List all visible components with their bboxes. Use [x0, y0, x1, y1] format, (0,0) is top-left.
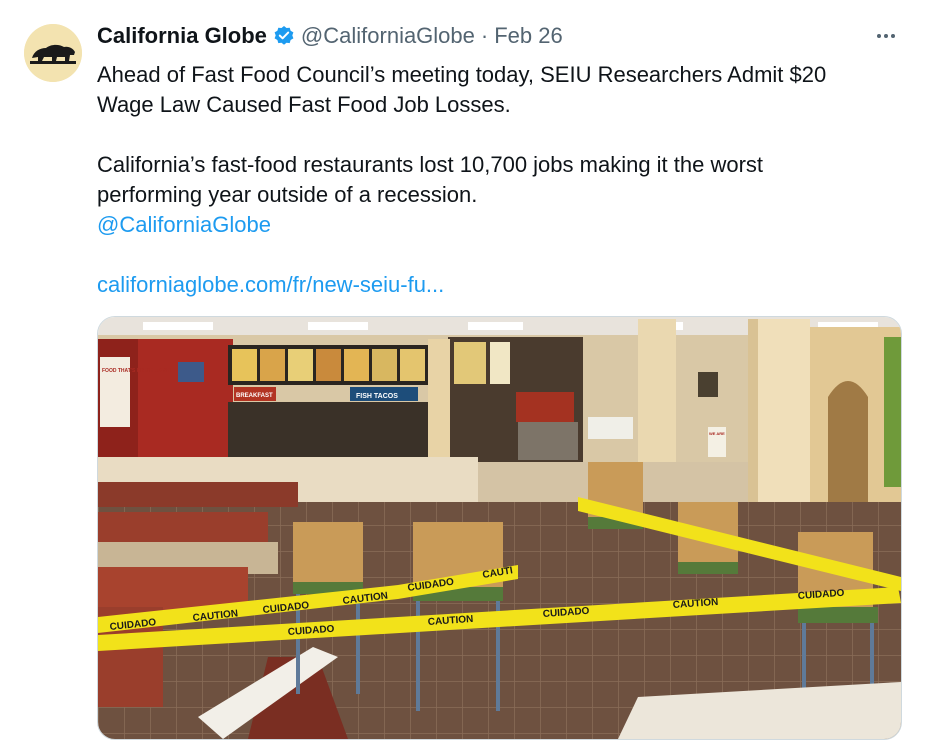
fish-tacos-sign-text: FISH TACOS [356, 393, 398, 400]
tweet-text-line: performing year outside of a recession. [97, 182, 478, 207]
separator: · [480, 23, 489, 48]
avatar[interactable] [24, 24, 82, 82]
tweet-header: California Globe @CaliforniaGlobe · Feb … [97, 22, 563, 50]
tweet-text-line: Wage Law Caused Fast Food Job Losses. [97, 92, 511, 117]
article-link[interactable]: californiaglobe.com/fr/new-seiu-fu... [97, 270, 897, 300]
tweet[interactable]: California Globe @CaliforniaGlobe · Feb … [0, 0, 952, 752]
tweet-text-line: California’s fast-food restaurants lost … [97, 152, 764, 177]
mention-link[interactable]: @CaliforniaGlobe [97, 210, 897, 240]
verified-badge-icon[interactable] [273, 25, 295, 47]
tweet-text: Ahead of Fast Food Council’s meeting tod… [97, 60, 897, 300]
tweet-photo[interactable]: FOOD THAT'S FRESH AS SEL BREAKFAST FISH … [97, 316, 902, 740]
author-handle[interactable]: @CaliforniaGlobe [301, 23, 475, 49]
tweet-date[interactable]: Feb 26 [494, 23, 563, 49]
tweet-text-line: Ahead of Fast Food Council’s meeting tod… [97, 62, 827, 87]
author-name[interactable]: California Globe [97, 23, 267, 49]
california-bear-logo-icon [24, 24, 82, 82]
more-options-icon[interactable] [872, 22, 900, 50]
breakfast-sign-text: BREAKFAST [236, 393, 273, 399]
food-sign-text: FOOD THAT'S FRESH AS SEL [102, 368, 173, 374]
hiring-sign-text: WE ARE [709, 431, 725, 436]
restaurant-photo: FOOD THAT'S FRESH AS SEL BREAKFAST FISH … [98, 317, 901, 739]
